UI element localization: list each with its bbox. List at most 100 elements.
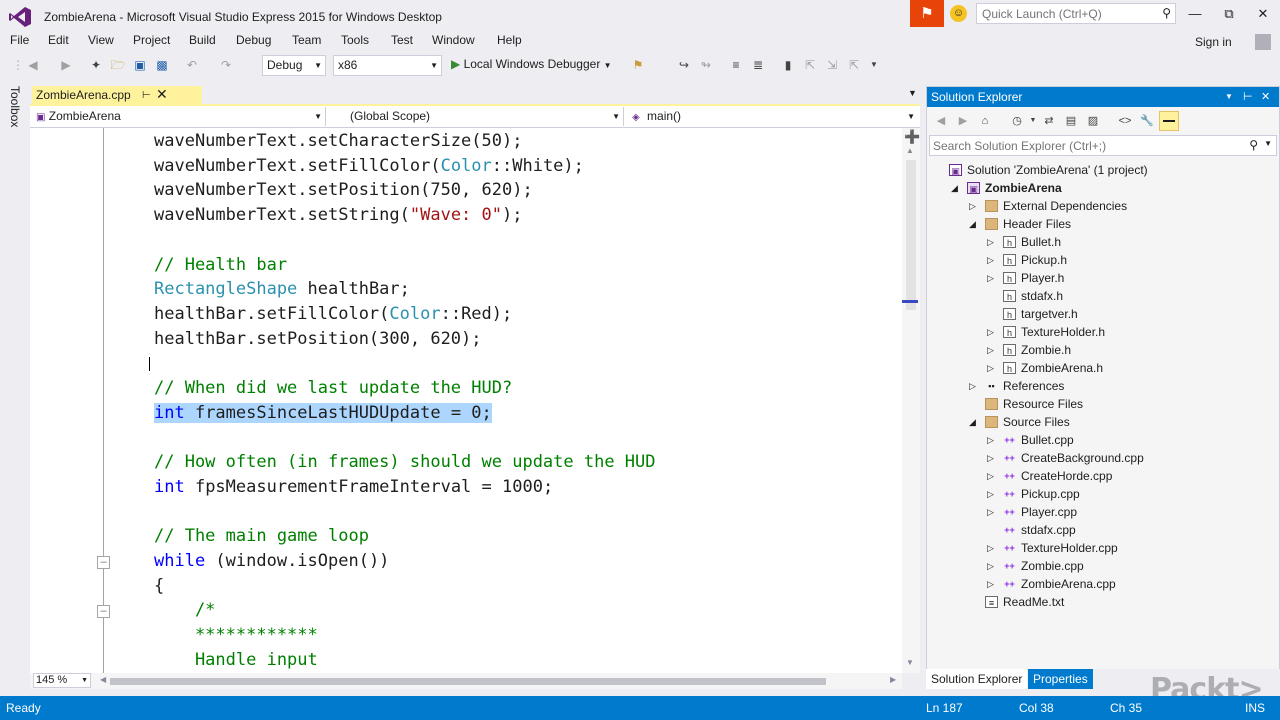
scope-select[interactable]: (Global Scope) ▼ xyxy=(330,107,624,126)
expanded-arrow-icon[interactable]: ◢ xyxy=(969,413,976,431)
code-line[interactable]: while (window.isOpen()) xyxy=(154,549,389,574)
collapsed-arrow-icon[interactable]: ▷ xyxy=(987,539,994,557)
collapsed-arrow-icon[interactable]: ▷ xyxy=(987,269,994,287)
quick-launch-box[interactable]: ⚲ xyxy=(976,3,1176,24)
menu-edit[interactable]: Edit xyxy=(48,33,69,47)
tree-item[interactable]: ▷ h Pickup.h xyxy=(927,251,1279,269)
save-all-icon[interactable]: ▩ xyxy=(154,57,170,73)
tree-item[interactable]: ▷ ▪▪ References xyxy=(927,377,1279,395)
collapsed-arrow-icon[interactable]: ▷ xyxy=(987,341,994,359)
toolbox-tab[interactable]: Toolbox xyxy=(8,86,22,127)
collapse-while-icon[interactable]: – xyxy=(97,556,110,569)
code-line[interactable]: healthBar.setPosition(300, 620); xyxy=(154,327,482,352)
code-line[interactable]: Handle input xyxy=(154,648,318,673)
collapsed-arrow-icon[interactable]: ▷ xyxy=(987,251,994,269)
menu-view[interactable]: View xyxy=(88,33,114,47)
collapse-comment-icon[interactable]: – xyxy=(97,605,110,618)
scroll-left-arrow-icon[interactable]: ◀ xyxy=(100,675,106,684)
menu-test[interactable]: Test xyxy=(391,33,413,47)
menu-build[interactable]: Build xyxy=(189,33,216,47)
tab-dropdown-icon[interactable]: ▼ xyxy=(908,88,917,98)
clear-bookmarks-icon[interactable]: ⇱ xyxy=(846,57,862,73)
solution-search-box[interactable]: ⚲ ▼ xyxy=(929,135,1277,156)
tree-item[interactable]: ▷ External Dependencies xyxy=(927,197,1279,215)
solution-platform-select[interactable]: x86 ▼ xyxy=(333,55,442,76)
expanded-arrow-icon[interactable]: ◢ xyxy=(951,179,958,197)
tree-item[interactable]: ▷ h Zombie.h xyxy=(927,341,1279,359)
tree-item[interactable]: ▷ ++ CreateBackground.cpp xyxy=(927,449,1279,467)
step-over-icon[interactable]: ↬ xyxy=(698,57,714,73)
toolbar-options-icon[interactable]: ▼ xyxy=(866,57,882,73)
navigate-forward-icon[interactable]: ▶ xyxy=(58,57,74,73)
tree-item[interactable]: h stdafx.h xyxy=(927,287,1279,305)
menu-window[interactable]: Window xyxy=(432,33,475,47)
scroll-down-arrow-icon[interactable]: ▼ xyxy=(906,658,914,667)
search-options-icon[interactable]: ▼ xyxy=(1264,139,1272,148)
tree-item[interactable]: ▷ h Player.h xyxy=(927,269,1279,287)
window-position-icon[interactable]: ▼ xyxy=(1225,87,1233,107)
profile-icon[interactable] xyxy=(1255,34,1271,50)
split-window-icon[interactable]: ➕ xyxy=(904,129,920,145)
solution-configuration-select[interactable]: Debug ▼ xyxy=(262,55,326,76)
code-line[interactable]: waveNumberText.setString("Wave: 0"); xyxy=(154,203,522,228)
pin-icon[interactable]: ⊢ xyxy=(142,86,151,105)
undo-icon[interactable]: ↶ xyxy=(184,57,200,73)
new-project-icon[interactable]: ✦ xyxy=(88,57,104,73)
code-line[interactable]: int fpsMeasurementFrameInterval = 1000; xyxy=(154,475,553,500)
tree-item[interactable]: ◢ ▣ ZombieArena xyxy=(927,179,1279,197)
auto-hide-pin-icon[interactable]: ⊢ xyxy=(1243,87,1253,107)
send-feedback-flag-icon[interactable]: ⚑ xyxy=(910,0,944,27)
code-line[interactable]: int framesSinceLastHUDUpdate = 0; xyxy=(154,401,492,426)
code-line[interactable]: // Health bar xyxy=(154,253,287,278)
tree-item[interactable]: ▷ ++ ZombieArena.cpp xyxy=(927,575,1279,593)
tree-item[interactable]: ▷ ++ TextureHolder.cpp xyxy=(927,539,1279,557)
tree-item[interactable]: ◢ Header Files xyxy=(927,215,1279,233)
sync-with-document-icon[interactable]: ⇄ xyxy=(1041,113,1057,129)
collapsed-arrow-icon[interactable]: ▷ xyxy=(969,377,976,395)
menu-help[interactable]: Help xyxy=(497,33,522,47)
menu-tools[interactable]: Tools xyxy=(341,33,369,47)
tree-item[interactable]: ▷ ++ Bullet.cpp xyxy=(927,431,1279,449)
code-line[interactable]: RectangleShape healthBar; xyxy=(154,277,410,302)
tree-item[interactable]: ◢ Source Files xyxy=(927,413,1279,431)
feedback-smiley-icon[interactable]: ☺ xyxy=(950,5,967,22)
code-line[interactable]: waveNumberText.setPosition(750, 620); xyxy=(154,178,533,203)
tree-item[interactable]: ▣ Solution 'ZombieArena' (1 project) xyxy=(927,161,1279,179)
quick-launch-input[interactable] xyxy=(977,4,1147,23)
minimize-button[interactable]: — xyxy=(1180,4,1210,24)
collapsed-arrow-icon[interactable]: ▷ xyxy=(969,197,976,215)
collapsed-arrow-icon[interactable]: ▷ xyxy=(987,359,994,377)
horizontal-scroll-thumb[interactable] xyxy=(110,678,826,685)
chevron-down-icon[interactable]: ▼ xyxy=(1025,113,1041,129)
tree-item[interactable]: ▷ h TextureHolder.h xyxy=(927,323,1279,341)
expanded-arrow-icon[interactable]: ◢ xyxy=(969,215,976,233)
properties-wrench-icon[interactable]: 🔧 xyxy=(1139,113,1155,129)
tree-item[interactable]: ▷ ++ Pickup.cpp xyxy=(927,485,1279,503)
back-icon[interactable]: ◀ xyxy=(933,113,949,129)
find-in-files-icon[interactable]: ⚑ xyxy=(630,57,646,73)
code-line[interactable]: healthBar.setFillColor(Color::Red); xyxy=(154,302,512,327)
tab-solution-explorer[interactable]: Solution Explorer xyxy=(926,669,1028,689)
collapsed-arrow-icon[interactable]: ▷ xyxy=(987,233,994,251)
tree-item[interactable]: h targetver.h xyxy=(927,305,1279,323)
code-line[interactable]: waveNumberText.setFillColor(Color::White… xyxy=(154,154,584,179)
code-line[interactable]: { xyxy=(154,574,164,599)
sign-in-link[interactable]: Sign in xyxy=(1195,35,1232,49)
tab-properties[interactable]: Properties xyxy=(1028,669,1093,689)
menu-file[interactable]: File xyxy=(10,33,29,47)
scroll-right-arrow-icon[interactable]: ▶ xyxy=(890,675,896,684)
collapsed-arrow-icon[interactable]: ▷ xyxy=(987,575,994,593)
code-editor[interactable]: – – waveNumberText.setCharacterSize(50);… xyxy=(30,128,920,673)
start-debugging-button[interactable]: ▶ Local Windows Debugger ▼ xyxy=(451,57,612,71)
collapsed-arrow-icon[interactable]: ▷ xyxy=(987,485,994,503)
close-panel-icon[interactable]: ✕ xyxy=(1261,87,1270,107)
preview-selected-items-button[interactable] xyxy=(1159,111,1179,131)
code-line[interactable]: // How often (in frames) should we updat… xyxy=(154,450,656,475)
code-line[interactable]: waveNumberText.setCharacterSize(50); xyxy=(154,129,522,154)
member-select[interactable]: ◈ main() ▼ xyxy=(628,107,918,126)
solution-search-input[interactable] xyxy=(930,136,1230,155)
menu-project[interactable]: Project xyxy=(133,33,170,47)
close-tab-icon[interactable]: ✕ xyxy=(156,85,168,104)
tree-item[interactable]: ▷ ++ CreateHorde.cpp xyxy=(927,467,1279,485)
close-window-button[interactable]: ✕ xyxy=(1248,4,1278,24)
